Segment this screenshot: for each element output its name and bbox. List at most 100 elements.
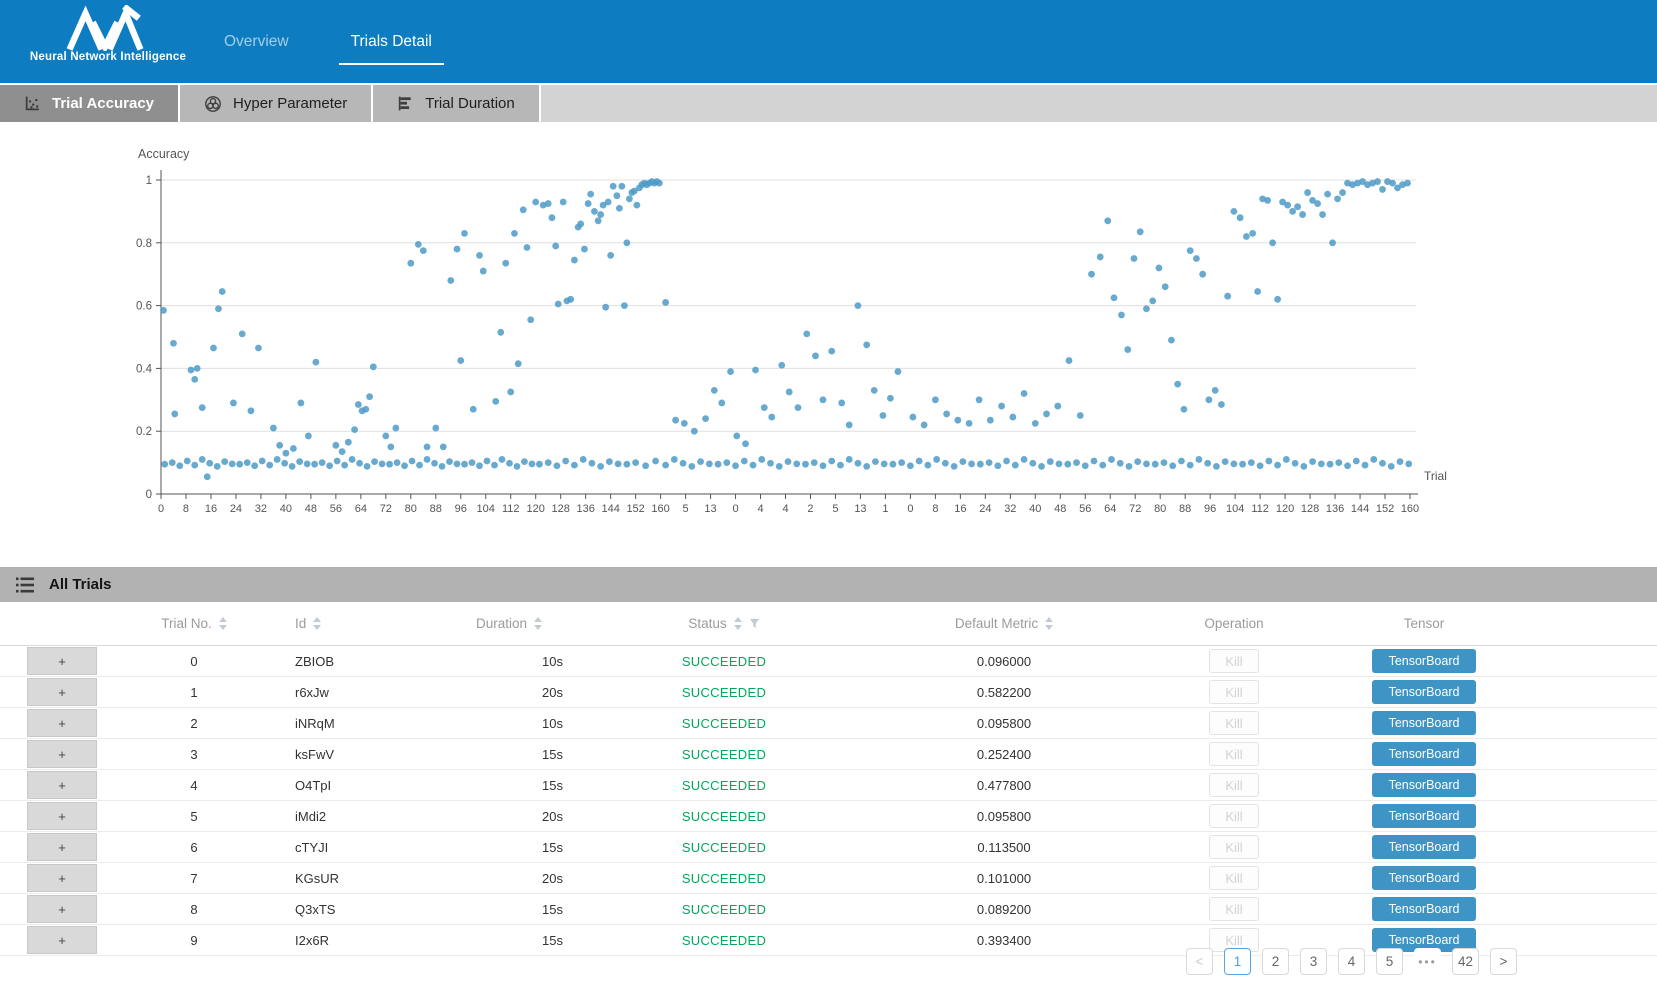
scatter-point[interactable] <box>1309 458 1316 465</box>
expand-row-button[interactable]: + <box>27 926 97 954</box>
scatter-point[interactable] <box>1012 462 1019 469</box>
scatter-point[interactable] <box>795 404 802 411</box>
scatter-point[interactable] <box>921 422 928 429</box>
scatter-point[interactable] <box>1269 239 1276 246</box>
scatter-point[interactable] <box>1300 463 1307 470</box>
scatter-point[interactable] <box>507 389 514 396</box>
kill-button[interactable]: Kill <box>1209 649 1259 673</box>
scatter-point[interactable] <box>1213 463 1220 470</box>
scatter-point[interactable] <box>942 460 949 467</box>
scatter-point[interactable] <box>439 463 446 470</box>
scatter-point[interactable] <box>470 406 477 413</box>
scatter-point[interactable] <box>188 367 195 374</box>
scatter-point[interactable] <box>1224 293 1231 300</box>
scatter-point[interactable] <box>420 247 427 254</box>
pagination-page-5[interactable]: 5 <box>1376 948 1403 975</box>
scatter-point[interactable] <box>529 460 536 467</box>
scatter-point[interactable] <box>662 462 669 469</box>
scatter-point[interactable] <box>662 299 669 306</box>
scatter-point[interactable] <box>549 214 556 221</box>
scatter-point[interactable] <box>733 433 740 440</box>
scatter-point[interactable] <box>1318 460 1325 467</box>
expand-row-button[interactable]: + <box>27 678 97 706</box>
scatter-point[interactable] <box>895 368 902 375</box>
scatter-point[interactable] <box>1243 233 1250 240</box>
scatter-point[interactable] <box>1029 460 1036 467</box>
scatter-point[interactable] <box>1204 460 1211 467</box>
scatter-point[interactable] <box>366 393 373 400</box>
scatter-point[interactable] <box>319 459 326 466</box>
scatter-point[interactable] <box>1082 462 1089 469</box>
scatter-point[interactable] <box>863 341 870 348</box>
scatter-point[interactable] <box>1088 271 1095 278</box>
scatter-point[interactable] <box>907 462 914 469</box>
scatter-point[interactable] <box>394 459 401 466</box>
tab-hyper-parameter[interactable]: Hyper Parameter <box>180 85 373 122</box>
scatter-point[interactable] <box>244 459 251 466</box>
scatter-point[interactable] <box>1249 230 1256 237</box>
scatter-point[interactable] <box>718 400 725 407</box>
kill-button[interactable]: Kill <box>1209 711 1259 735</box>
scatter-point[interactable] <box>497 329 504 336</box>
scatter-point[interactable] <box>623 239 630 246</box>
scatter-point[interactable] <box>652 458 659 465</box>
scatter-point[interactable] <box>527 316 534 323</box>
scatter-point[interactable] <box>613 192 620 199</box>
scatter-point[interactable] <box>1327 461 1334 468</box>
scatter-point[interactable] <box>229 460 236 467</box>
pagination-page-2[interactable]: 2 <box>1262 948 1289 975</box>
scatter-point[interactable] <box>1254 288 1261 295</box>
kill-button[interactable]: Kill <box>1209 773 1259 797</box>
expand-row-button[interactable]: + <box>27 709 97 737</box>
scatter-point[interactable] <box>1149 297 1156 304</box>
tensorboard-button[interactable]: TensorBoard <box>1372 649 1476 673</box>
scatter-point[interactable] <box>1168 337 1175 344</box>
scatter-point[interactable] <box>1169 462 1176 469</box>
scatter-point[interactable] <box>959 458 966 465</box>
scatter-point[interactable] <box>379 460 386 467</box>
scatter-point[interactable] <box>581 246 588 253</box>
scatter-point[interactable] <box>1056 460 1063 467</box>
scatter-point[interactable] <box>591 208 598 215</box>
scatter-point[interactable] <box>715 461 722 468</box>
scatter-point[interactable] <box>304 460 311 467</box>
tensorboard-button[interactable]: TensorBoard <box>1372 804 1476 828</box>
scatter-point[interactable] <box>214 463 221 470</box>
scatter-point[interactable] <box>506 460 513 467</box>
scatter-point[interactable] <box>1344 462 1351 469</box>
pagination-page-4[interactable]: 4 <box>1338 948 1365 975</box>
scatter-point[interactable] <box>392 425 399 432</box>
scatter-point[interactable] <box>1174 381 1181 388</box>
scatter-point[interactable] <box>386 461 393 468</box>
scatter-point[interactable] <box>1314 200 1321 207</box>
scatter-point[interactable] <box>602 304 609 311</box>
scatter-point[interactable] <box>1156 265 1163 272</box>
scatter-point[interactable] <box>977 461 984 468</box>
scatter-point[interactable] <box>846 422 853 429</box>
scatter-point[interactable] <box>170 340 177 347</box>
scatter-point[interactable] <box>169 459 176 466</box>
scatter-point[interactable] <box>524 244 531 251</box>
scatter-point[interactable] <box>1162 283 1169 290</box>
scatter-point[interactable] <box>732 462 739 469</box>
scatter-point[interactable] <box>585 200 592 207</box>
scatter-point[interactable] <box>1284 202 1291 209</box>
scatter-point[interactable] <box>1222 458 1229 465</box>
scatter-point[interactable] <box>554 462 561 469</box>
scatter-point[interactable] <box>1117 460 1124 467</box>
scatter-point[interactable] <box>855 460 862 467</box>
pagination-next-button[interactable]: > <box>1490 948 1517 975</box>
scatter-point[interactable] <box>1038 463 1045 470</box>
scatter-point[interactable] <box>742 440 749 447</box>
scatter-point[interactable] <box>545 200 552 207</box>
scatter-point[interactable] <box>706 460 713 467</box>
scatter-point[interactable] <box>691 428 698 435</box>
scatter-point[interactable] <box>236 461 243 468</box>
tab-trial-duration[interactable]: Trial Duration <box>373 85 540 122</box>
scatter-point[interactable] <box>560 199 567 206</box>
scatter-point[interactable] <box>1230 208 1237 215</box>
scatter-point[interactable] <box>562 458 569 465</box>
scatter-point[interactable] <box>382 433 389 440</box>
scatter-point[interactable] <box>1043 411 1050 418</box>
scatter-point[interactable] <box>672 417 679 424</box>
